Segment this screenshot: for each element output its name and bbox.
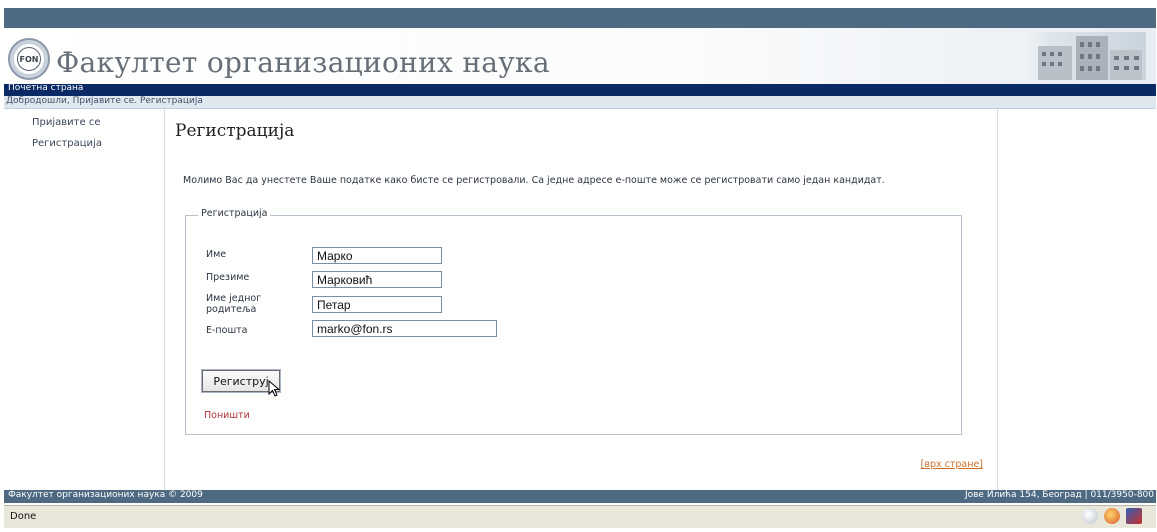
mouse-pointer-icon bbox=[268, 380, 281, 397]
status-icons bbox=[1082, 508, 1142, 524]
back-to-top-link[interactable]: [врх стране] bbox=[921, 459, 983, 470]
page-footer: Факултет организационих наука © 2009 Јов… bbox=[4, 490, 1156, 503]
cancel-link[interactable]: Поништи bbox=[204, 410, 250, 421]
last-name-field[interactable]: Марковић bbox=[312, 271, 442, 288]
right-column-divider bbox=[997, 109, 998, 490]
browser-status-bar: Done bbox=[4, 505, 1156, 528]
top-chrome-bar bbox=[4, 8, 1156, 28]
building-image bbox=[998, 32, 1146, 80]
globe-icon[interactable] bbox=[1082, 508, 1098, 524]
page-title: Регистрација bbox=[175, 121, 295, 141]
window-top-edge bbox=[0, 0, 1157, 8]
extension-icon[interactable] bbox=[1126, 508, 1142, 524]
email-field[interactable]: marko@fon.rs bbox=[312, 320, 497, 337]
registration-fieldset: Регистрација Име Марко Презиме Марковић … bbox=[185, 208, 962, 435]
parent-name-label: Име једног родитеља bbox=[206, 293, 262, 315]
breadcrumb: Добродошли, Пријавите се. Регистрација bbox=[6, 96, 203, 106]
site-title: Факултет организационих наука bbox=[56, 46, 550, 79]
site-header: FON Факултет организационих наука bbox=[4, 28, 1156, 84]
email-label: Е-пошта bbox=[206, 325, 248, 336]
main-content: Регистрација Молимо Вас да унестете Ваше… bbox=[165, 109, 997, 490]
breadcrumb-bar: Добродошли, Пријавите се. Регистрација bbox=[4, 96, 1156, 109]
parent-name-field[interactable]: Петар bbox=[312, 296, 442, 313]
sidebar: Пријавите се Регистрација bbox=[4, 109, 165, 490]
footer-copyright: Факултет организационих наука © 2009 bbox=[8, 490, 203, 500]
first-name-field[interactable]: Марко bbox=[312, 247, 442, 264]
footer-address: Јове Илића 154, Београд | 011/3950-800 bbox=[964, 490, 1154, 500]
intro-text: Молимо Вас да унестете Ваше податке како… bbox=[183, 175, 885, 186]
fieldset-legend: Регистрација bbox=[198, 208, 271, 219]
sidebar-item-registration[interactable]: Регистрација bbox=[32, 138, 102, 149]
main-nav-bar: Почетна страна bbox=[4, 83, 1156, 96]
faculty-logo[interactable]: FON bbox=[8, 38, 50, 80]
last-name-label: Презиме bbox=[206, 272, 250, 283]
first-name-label: Име bbox=[206, 249, 227, 260]
content-area: Пријавите се Регистрација Регистрација М… bbox=[4, 109, 1156, 490]
logo-text: FON bbox=[17, 47, 41, 71]
nav-home-link[interactable]: Почетна страна bbox=[8, 83, 83, 93]
firefox-icon[interactable] bbox=[1104, 508, 1120, 524]
sidebar-item-login[interactable]: Пријавите се bbox=[32, 117, 100, 128]
status-text: Done bbox=[10, 511, 37, 522]
